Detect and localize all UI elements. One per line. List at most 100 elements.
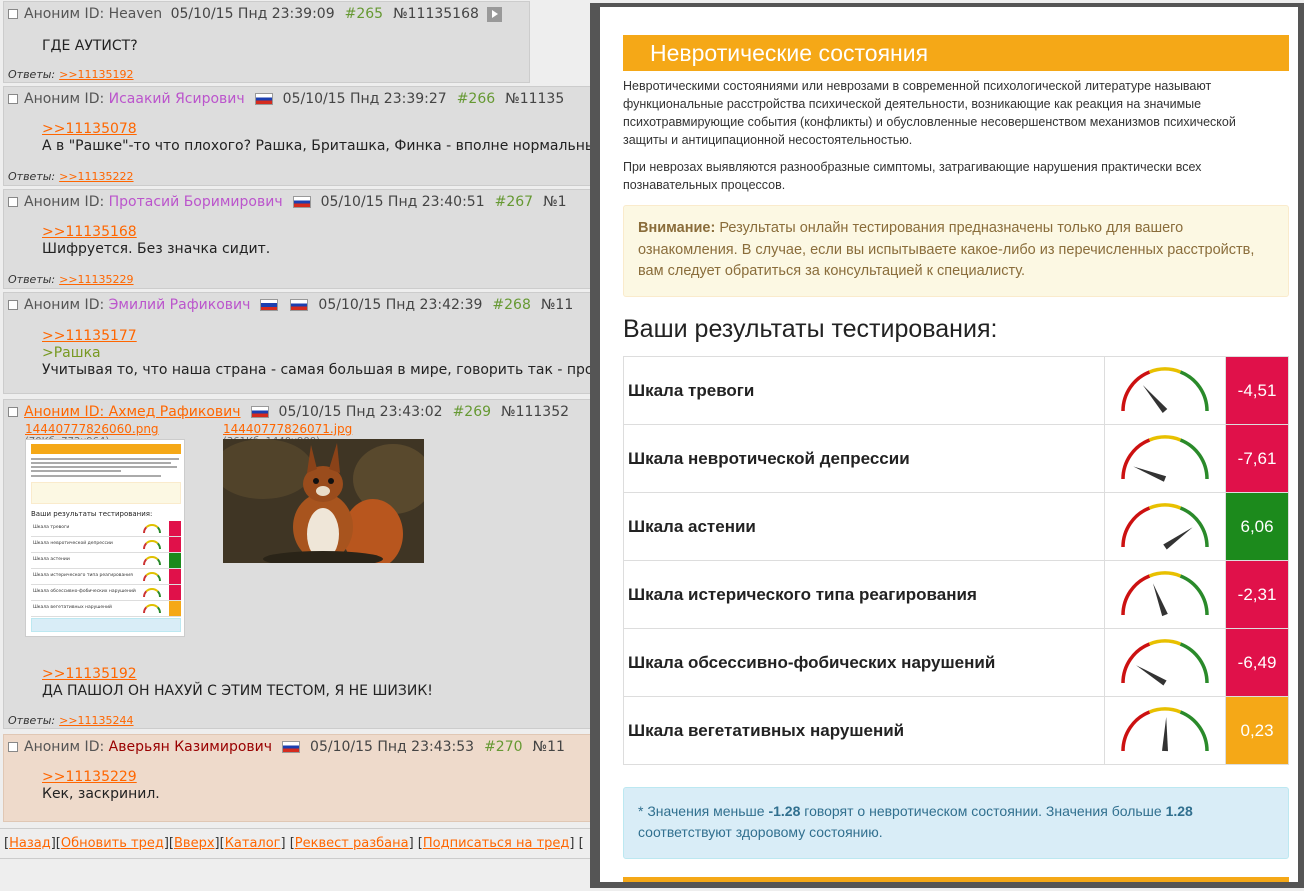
post-datetime: 05/10/15 Пнд 23:43:53: [310, 739, 475, 755]
scale-value: -4,51: [1225, 356, 1289, 425]
replies-label: Ответы:: [8, 68, 56, 81]
divider: [0, 858, 600, 859]
reply-ref-link[interactable]: >>11135222: [59, 170, 133, 183]
refresh-thread-link[interactable]: Обновить тред: [61, 836, 164, 851]
post-number: #268: [492, 297, 531, 313]
file-link[interactable]: 14440777826060.png: [25, 422, 159, 436]
gauge-needle: [1143, 385, 1168, 413]
post-id[interactable]: №11135168: [393, 6, 479, 22]
post-266: Аноним ID: Исаакий Ясирович 05/10/15 Пнд …: [3, 86, 600, 186]
post-id[interactable]: №1: [543, 194, 566, 210]
result-row: Шкала невротической депрессии -7,61: [622, 424, 1289, 493]
post-body: >>11135229 Кек, заскринил.: [42, 769, 160, 803]
scale-value: 0,23: [1225, 696, 1289, 765]
quote-link[interactable]: >>11135177: [42, 328, 137, 344]
gauge-needle: [1136, 665, 1167, 686]
scale-value: 6,06: [1225, 492, 1289, 561]
post-text: Учитывая то, что наша страна - самая бол…: [42, 362, 594, 378]
russia-flag-icon: [250, 406, 269, 418]
bottom-orange-bar: [623, 877, 1289, 882]
post-author-prefix: Аноним ID:: [24, 297, 105, 313]
results-heading: Ваши результаты тестирования:: [623, 315, 998, 343]
gauge-icon: [1121, 639, 1209, 686]
post-header: Аноним ID: Аверьян Казимирович 05/10/15 П…: [8, 739, 565, 755]
test-results-screenshot: Невротические состояния Невротическими с…: [600, 7, 1298, 882]
post-header: Аноним ID: Протасий Боримирович 05/10/15 …: [8, 194, 567, 210]
scale-value: -6,49: [1225, 628, 1289, 697]
gauge-icon: [1121, 435, 1209, 482]
post-checkbox[interactable]: [8, 9, 18, 19]
replies-label: Ответы:: [8, 170, 56, 183]
post-author-name: Эмилий Рафикович: [108, 297, 251, 313]
post-text: А в "Рашке"-то что плохого? Рашка, Брита…: [42, 138, 596, 154]
post-id[interactable]: №111352: [501, 404, 569, 420]
post-269: Аноним ID: Ахмед Рафикович 05/10/15 Пнд 2…: [3, 399, 600, 729]
crimea-flag-icon: [260, 299, 279, 311]
post-author-name: Аверьян Казимирович: [108, 739, 273, 755]
post-checkbox[interactable]: [8, 742, 18, 752]
unban-request-link[interactable]: Реквест разбана: [295, 836, 409, 851]
reply-ref-link[interactable]: >>11135229: [59, 273, 133, 286]
post-author-name: Протасий Боримирович: [108, 194, 283, 210]
post-id[interactable]: №11: [533, 739, 565, 755]
gauge-cell: [1104, 696, 1227, 765]
post-checkbox[interactable]: [8, 94, 18, 104]
russia-flag-icon: [282, 741, 301, 753]
post-265: Аноним ID: Heaven 05/10/15 Пнд 23:39:09 #…: [3, 1, 530, 83]
warning-alert: Внимание: Результаты онлайн тестирования…: [623, 205, 1289, 297]
note-middle: говорят о невротическом состоянии. Значе…: [804, 803, 1162, 819]
post-268: Аноним ID: Эмилий Рафикович 05/10/15 Пнд …: [3, 292, 600, 394]
post-checkbox[interactable]: [8, 300, 18, 310]
post-replies: Ответы: >>11135222: [8, 170, 134, 183]
post-datetime: 05/10/15 Пнд 23:43:02: [278, 404, 443, 420]
squirrel-image: [223, 439, 424, 563]
post-text: Шифруется. Без значка сидит.: [42, 241, 271, 257]
quote-link[interactable]: >>11135229: [42, 769, 137, 785]
gauge-needle: [1153, 583, 1168, 617]
post-author-prefix: Аноним ID:: [24, 194, 105, 210]
post-number: #266: [456, 91, 496, 107]
post-author-email-link[interactable]: Аноним ID: Ахмед Рафикович: [24, 404, 241, 420]
post-number: #265: [344, 6, 384, 22]
quote-link[interactable]: >>11135078: [42, 121, 137, 137]
post-datetime: 05/10/15 Пнд 23:42:39: [318, 297, 483, 313]
note-end: соответствуют здоровому состоянию.: [638, 824, 883, 840]
subscribe-thread-link[interactable]: Подписаться на тред: [423, 836, 570, 851]
test-screenshot-thumbnail[interactable]: Ваши результаты тестирования: Шкала трев…: [25, 439, 185, 637]
catalog-link[interactable]: Каталог: [225, 836, 281, 851]
russia-flag-icon: [254, 93, 273, 105]
results-table: Шкала тревоги -4,51 Шкала невротической де…: [622, 356, 1289, 765]
reply-ref-link[interactable]: >>11135244: [59, 714, 133, 727]
post-replies: Ответы: >>11135192: [8, 68, 134, 81]
post-body: >>11135078 А в "Рашке"-то что плохого? Р…: [42, 121, 596, 155]
expanded-image-overlay[interactable]: Невротические состояния Невротическими с…: [590, 3, 1304, 888]
overlay-title: Невротические состояния: [623, 35, 1289, 71]
warning-text: Результаты онлайн тестирования предназна…: [638, 220, 1255, 279]
scale-name: Шкала астении: [622, 492, 1106, 561]
post-id[interactable]: №11: [541, 297, 573, 313]
russia-flag-icon: [292, 196, 311, 208]
reply-ref-link[interactable]: >>11135192: [59, 68, 133, 81]
post-checkbox[interactable]: [8, 407, 18, 417]
post-checkbox[interactable]: [8, 197, 18, 207]
scroll-up-link[interactable]: Вверх: [174, 836, 215, 851]
post-267: Аноним ID: Протасий Боримирович 05/10/15 …: [3, 189, 600, 289]
back-link[interactable]: Назад: [9, 836, 51, 851]
scale-value: -7,61: [1225, 424, 1289, 493]
gauge-icon: [1121, 707, 1209, 752]
result-row: Шкала тревоги -4,51: [622, 356, 1289, 425]
scale-name: Шкала обсессивно-фобических нарушений: [622, 628, 1106, 697]
post-text: ДА ПАШОЛ ОН НАХУЙ С ЭТИМ ТЕСТОМ, Я НЕ ШИ…: [42, 683, 433, 699]
post-replies: Ответы: >>11135229: [8, 273, 134, 286]
scale-name: Шкала тревоги: [622, 356, 1106, 425]
quote-link[interactable]: >>11135168: [42, 224, 137, 240]
post-text: Кек, заскринил.: [42, 786, 160, 802]
quote-link[interactable]: >>11135192: [42, 666, 137, 682]
replies-label: Ответы:: [8, 273, 56, 286]
russia-flag-icon: [290, 299, 309, 311]
info-note: * Значения меньше -1.28 говорят о неврот…: [623, 787, 1289, 859]
file-link[interactable]: 14440777826071.jpg: [223, 422, 352, 436]
play-icon[interactable]: [486, 6, 502, 22]
post-id[interactable]: №11135: [505, 91, 564, 107]
squirrel-photo-thumbnail[interactable]: [223, 439, 424, 563]
